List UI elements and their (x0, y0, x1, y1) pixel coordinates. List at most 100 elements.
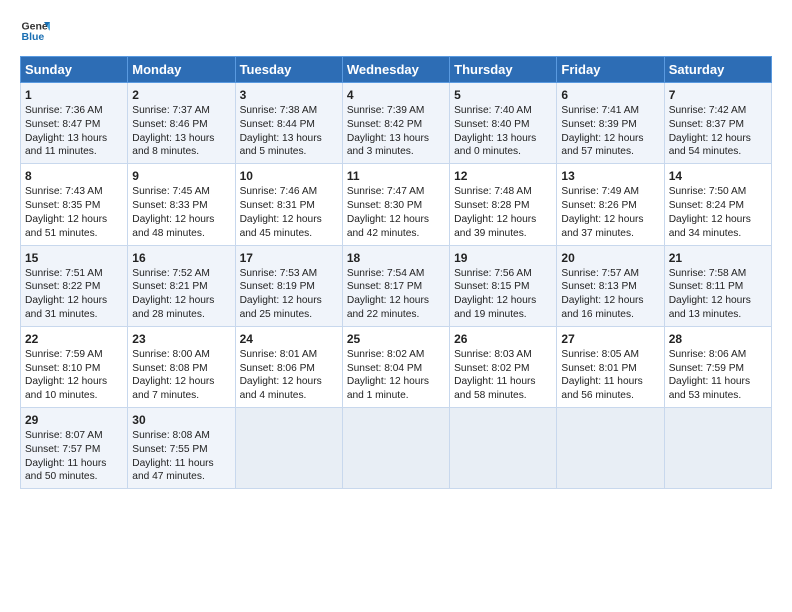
daylight-text: Daylight: 12 hours (240, 376, 322, 387)
daylight-minutes: and 45 minutes. (240, 228, 313, 239)
calendar-cell: 21Sunrise: 7:58 AMSunset: 8:11 PMDayligh… (664, 245, 771, 326)
calendar-cell: 29Sunrise: 8:07 AMSunset: 7:57 PMDayligh… (21, 408, 128, 489)
day-number: 9 (132, 168, 230, 184)
daylight-text: Daylight: 13 hours (240, 133, 322, 144)
sunrise-text: Sunrise: 7:47 AM (347, 186, 425, 197)
daylight-minutes: and 22 minutes. (347, 309, 420, 320)
daylight-text: Daylight: 11 hours (454, 376, 535, 387)
daylight-minutes: and 42 minutes. (347, 228, 420, 239)
sunset-text: Sunset: 8:02 PM (454, 363, 529, 374)
sunrise-text: Sunrise: 7:38 AM (240, 105, 318, 116)
sunrise-text: Sunrise: 7:58 AM (669, 268, 747, 279)
daylight-minutes: and 31 minutes. (25, 309, 98, 320)
day-number: 30 (132, 412, 230, 428)
calendar-cell: 9Sunrise: 7:45 AMSunset: 8:33 PMDaylight… (128, 164, 235, 245)
daylight-minutes: and 19 minutes. (454, 309, 527, 320)
sunrise-text: Sunrise: 7:56 AM (454, 268, 532, 279)
daylight-text: Daylight: 12 hours (561, 295, 643, 306)
daylight-minutes: and 28 minutes. (132, 309, 205, 320)
daylight-text: Daylight: 12 hours (347, 214, 429, 225)
day-number: 7 (669, 87, 767, 103)
calendar-cell: 26Sunrise: 8:03 AMSunset: 8:02 PMDayligh… (450, 326, 557, 407)
daylight-text: Daylight: 11 hours (132, 458, 213, 469)
daylight-text: Daylight: 11 hours (669, 376, 750, 387)
day-number: 21 (669, 250, 767, 266)
calendar-cell: 30Sunrise: 8:08 AMSunset: 7:55 PMDayligh… (128, 408, 235, 489)
day-number: 23 (132, 331, 230, 347)
daylight-minutes: and 56 minutes. (561, 390, 634, 401)
header-cell-sunday: Sunday (21, 57, 128, 83)
daylight-minutes: and 4 minutes. (240, 390, 307, 401)
calendar-table: SundayMondayTuesdayWednesdayThursdayFrid… (20, 56, 772, 489)
daylight-text: Daylight: 13 hours (347, 133, 429, 144)
sunrise-text: Sunrise: 7:36 AM (25, 105, 103, 116)
calendar-cell: 25Sunrise: 8:02 AMSunset: 8:04 PMDayligh… (342, 326, 449, 407)
calendar-cell (557, 408, 664, 489)
calendar-cell: 19Sunrise: 7:56 AMSunset: 8:15 PMDayligh… (450, 245, 557, 326)
daylight-text: Daylight: 12 hours (132, 376, 214, 387)
daylight-minutes: and 25 minutes. (240, 309, 313, 320)
day-number: 12 (454, 168, 552, 184)
day-number: 2 (132, 87, 230, 103)
calendar-cell (664, 408, 771, 489)
day-number: 10 (240, 168, 338, 184)
calendar-cell: 20Sunrise: 7:57 AMSunset: 8:13 PMDayligh… (557, 245, 664, 326)
daylight-minutes: and 11 minutes. (25, 146, 97, 157)
daylight-minutes: and 1 minute. (347, 390, 409, 401)
sunset-text: Sunset: 8:08 PM (132, 363, 207, 374)
calendar-cell: 15Sunrise: 7:51 AMSunset: 8:22 PMDayligh… (21, 245, 128, 326)
calendar-cell: 14Sunrise: 7:50 AMSunset: 8:24 PMDayligh… (664, 164, 771, 245)
calendar-cell: 22Sunrise: 7:59 AMSunset: 8:10 PMDayligh… (21, 326, 128, 407)
sunset-text: Sunset: 8:31 PM (240, 200, 315, 211)
daylight-minutes: and 34 minutes. (669, 228, 742, 239)
calendar-cell (235, 408, 342, 489)
sunrise-text: Sunrise: 7:52 AM (132, 268, 210, 279)
sunset-text: Sunset: 8:24 PM (669, 200, 744, 211)
logo-icon: General Blue (20, 16, 50, 46)
day-number: 18 (347, 250, 445, 266)
sunset-text: Sunset: 8:40 PM (454, 119, 529, 130)
day-number: 11 (347, 168, 445, 184)
calendar-cell: 1Sunrise: 7:36 AMSunset: 8:47 PMDaylight… (21, 83, 128, 164)
sunset-text: Sunset: 8:13 PM (561, 281, 636, 292)
calendar-row-0: 1Sunrise: 7:36 AMSunset: 8:47 PMDaylight… (21, 83, 772, 164)
daylight-text: Daylight: 13 hours (132, 133, 214, 144)
calendar-cell: 18Sunrise: 7:54 AMSunset: 8:17 PMDayligh… (342, 245, 449, 326)
header-cell-saturday: Saturday (664, 57, 771, 83)
sunrise-text: Sunrise: 7:54 AM (347, 268, 425, 279)
daylight-text: Daylight: 12 hours (132, 214, 214, 225)
calendar-cell: 3Sunrise: 7:38 AMSunset: 8:44 PMDaylight… (235, 83, 342, 164)
day-number: 26 (454, 331, 552, 347)
daylight-text: Daylight: 12 hours (347, 295, 429, 306)
daylight-minutes: and 47 minutes. (132, 471, 205, 482)
sunrise-text: Sunrise: 7:46 AM (240, 186, 318, 197)
sunset-text: Sunset: 8:11 PM (669, 281, 744, 292)
day-number: 22 (25, 331, 123, 347)
sunset-text: Sunset: 8:33 PM (132, 200, 207, 211)
daylight-minutes: and 0 minutes. (454, 146, 521, 157)
sunrise-text: Sunrise: 7:37 AM (132, 105, 210, 116)
sunset-text: Sunset: 8:39 PM (561, 119, 636, 130)
sunrise-text: Sunrise: 8:02 AM (347, 349, 425, 360)
day-number: 25 (347, 331, 445, 347)
sunrise-text: Sunrise: 7:39 AM (347, 105, 425, 116)
day-number: 24 (240, 331, 338, 347)
header-cell-monday: Monday (128, 57, 235, 83)
daylight-minutes: and 16 minutes. (561, 309, 634, 320)
sunrise-text: Sunrise: 7:50 AM (669, 186, 747, 197)
daylight-text: Daylight: 12 hours (347, 376, 429, 387)
calendar-cell (450, 408, 557, 489)
sunrise-text: Sunrise: 7:48 AM (454, 186, 532, 197)
calendar-cell (342, 408, 449, 489)
calendar-cell: 6Sunrise: 7:41 AMSunset: 8:39 PMDaylight… (557, 83, 664, 164)
header-row: SundayMondayTuesdayWednesdayThursdayFrid… (21, 57, 772, 83)
daylight-text: Daylight: 12 hours (669, 214, 751, 225)
sunset-text: Sunset: 8:19 PM (240, 281, 315, 292)
day-number: 20 (561, 250, 659, 266)
calendar-cell: 4Sunrise: 7:39 AMSunset: 8:42 PMDaylight… (342, 83, 449, 164)
day-number: 5 (454, 87, 552, 103)
daylight-text: Daylight: 13 hours (25, 133, 107, 144)
sunrise-text: Sunrise: 7:40 AM (454, 105, 532, 116)
day-number: 19 (454, 250, 552, 266)
calendar-cell: 13Sunrise: 7:49 AMSunset: 8:26 PMDayligh… (557, 164, 664, 245)
